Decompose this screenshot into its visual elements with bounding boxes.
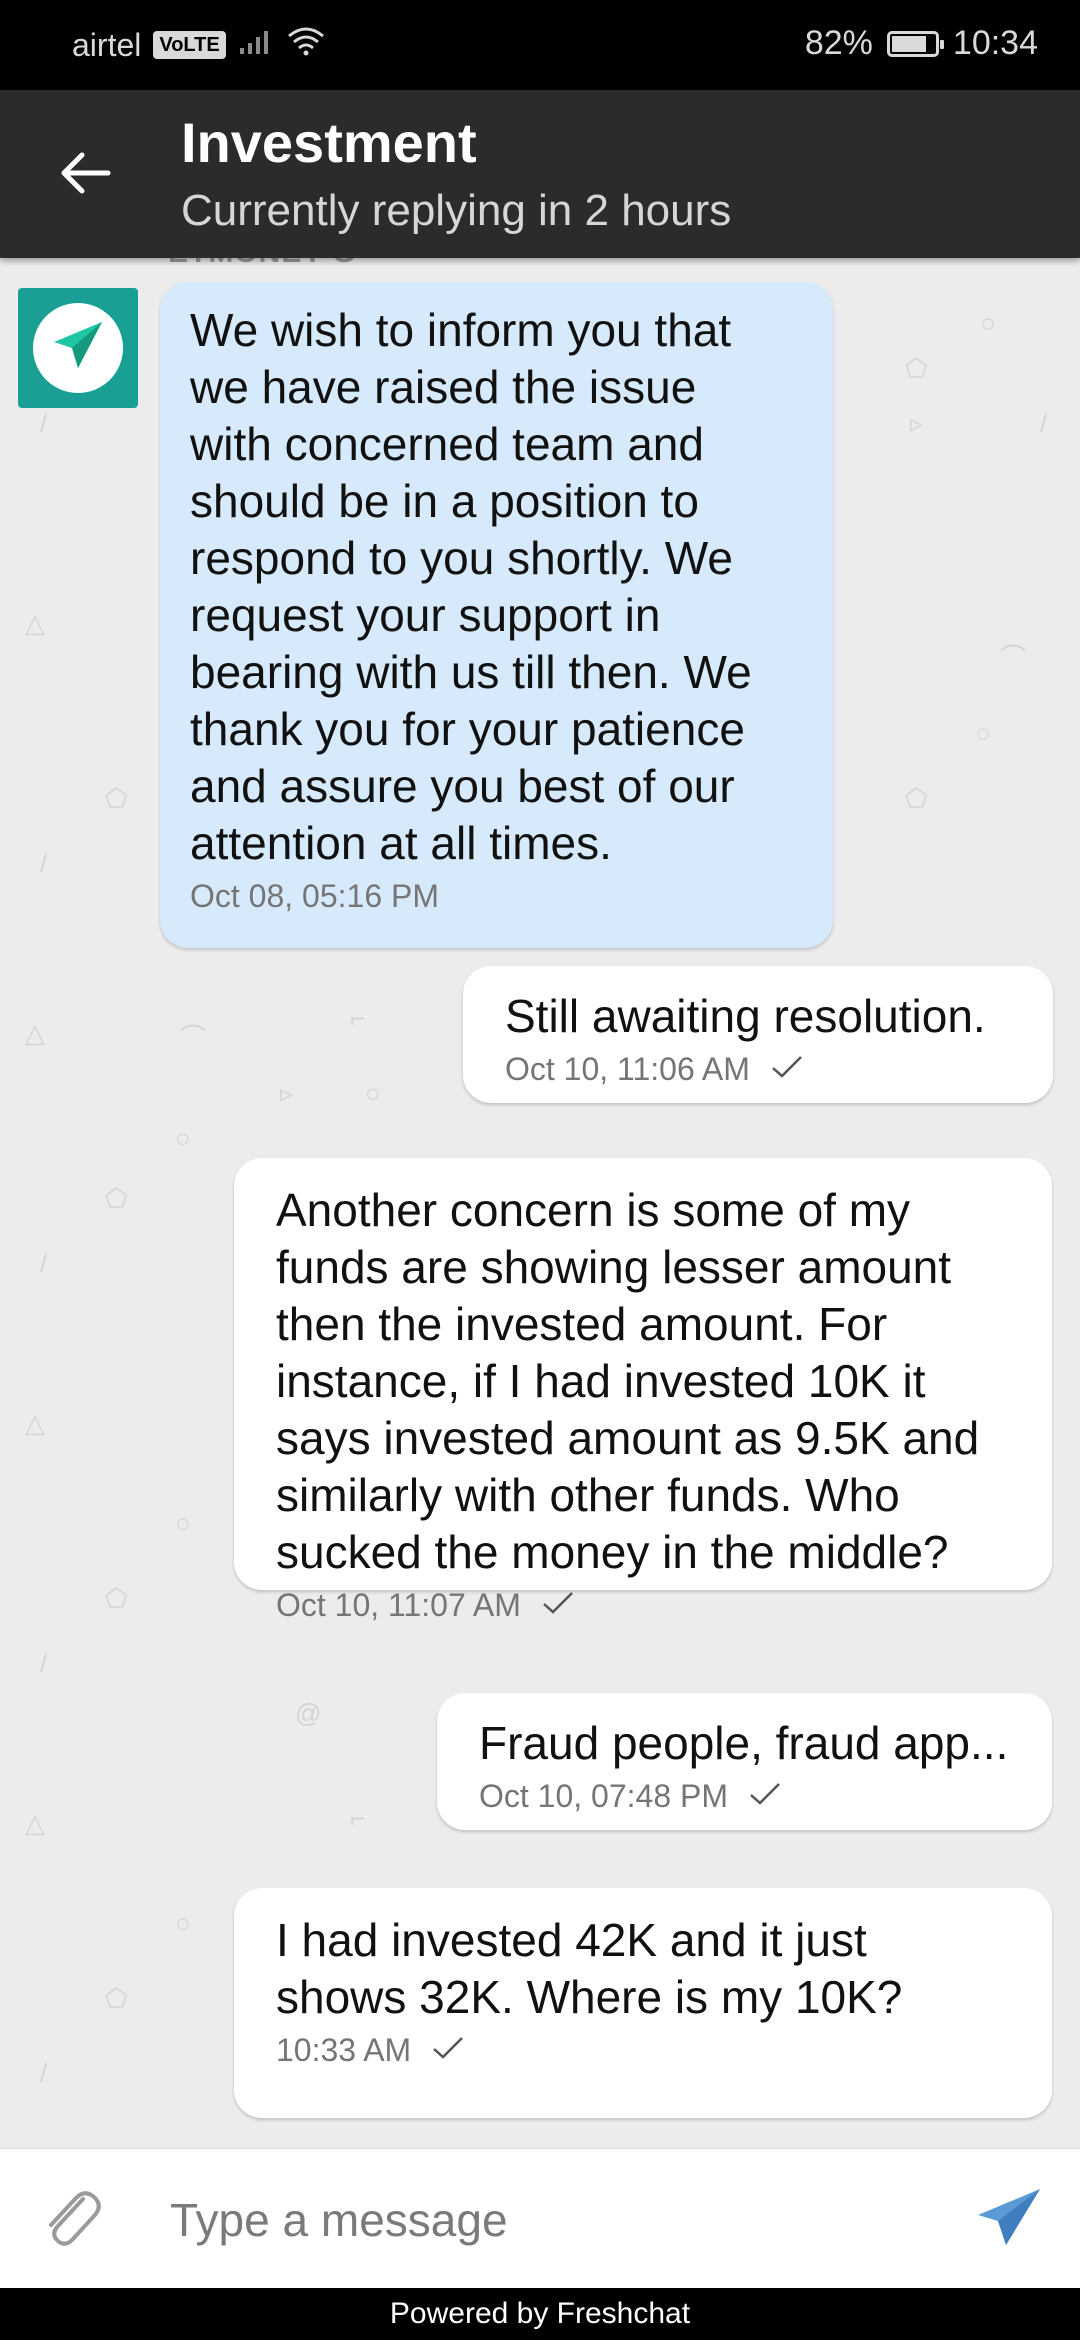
chat-thread[interactable]: ○ ⬠ / ▹ △ / ○ ⬠ ⬠ ⌒ / △ ⌐ ⌒ ○ ▹ ○ ⬠ / △ … bbox=[0, 258, 1080, 2148]
agent-avatar bbox=[18, 288, 138, 408]
doodle-triangle-icon: △ bbox=[25, 1808, 45, 1838]
doodle-slash-icon: / bbox=[40, 408, 48, 438]
message-text: Another concern is some of my funds are … bbox=[276, 1184, 980, 1578]
conversation-title: Investment bbox=[181, 111, 477, 174]
sender-name: ETMONEY G bbox=[168, 258, 356, 270]
powered-by-footer: Powered by Freshchat bbox=[0, 2288, 1080, 2340]
doodle-circle-icon: ○ bbox=[975, 718, 991, 748]
volte-badge: VoLTE bbox=[153, 31, 226, 59]
send-button[interactable] bbox=[964, 2179, 1054, 2259]
arrow-left-icon bbox=[58, 151, 112, 200]
doodle-slash-icon: / bbox=[40, 1648, 48, 1678]
doodle-spiral-icon: @ bbox=[295, 1698, 322, 1728]
doodle-triangle-icon: △ bbox=[25, 608, 45, 638]
message-text: Still awaiting resolution. bbox=[505, 990, 986, 1042]
battery-percent: 82% bbox=[804, 24, 873, 62]
doodle-slash-icon: / bbox=[1040, 408, 1048, 438]
doodle-circle-icon: ○ bbox=[365, 1078, 381, 1108]
message-bubble-outgoing[interactable]: Still awaiting resolution. Oct 10, 11:06… bbox=[463, 966, 1053, 1103]
doodle-pentagon-icon: ⬠ bbox=[105, 783, 128, 813]
message-composer bbox=[0, 2148, 1080, 2289]
sent-check-icon bbox=[431, 2032, 465, 2069]
doodle-circle-icon: ○ bbox=[175, 1123, 191, 1153]
message-bubble-incoming[interactable]: We wish to inform you that we have raise… bbox=[160, 282, 833, 948]
clock: 10:34 bbox=[952, 24, 1038, 62]
doodle-triangle-icon: △ bbox=[25, 1018, 45, 1048]
sent-check-icon bbox=[748, 1778, 782, 1815]
message-timestamp: Oct 08, 05:16 PM bbox=[190, 878, 440, 914]
doodle-pentagon-icon: ⬠ bbox=[105, 1183, 128, 1213]
doodle-triangle-icon: △ bbox=[25, 1408, 45, 1438]
back-button[interactable] bbox=[50, 140, 120, 210]
doodle-triangle-icon: ▹ bbox=[910, 408, 924, 438]
doodle-slash-icon: / bbox=[40, 1248, 48, 1278]
message-bubble-outgoing[interactable]: I had invested 42K and it just shows 32K… bbox=[234, 1888, 1052, 2118]
doodle-circle-icon: ○ bbox=[175, 1908, 191, 1938]
doodle-pentagon-icon: ⬠ bbox=[105, 1583, 128, 1613]
carrier-name: airtel bbox=[72, 26, 142, 63]
app-bar: Investment Currently replying in 2 hours bbox=[0, 90, 1080, 258]
paper-plane-icon bbox=[50, 318, 106, 379]
sent-check-icon bbox=[541, 1587, 575, 1624]
message-timestamp: Oct 10, 07:48 PM bbox=[479, 1778, 729, 1814]
doodle-curve-icon: ⌒ bbox=[1000, 643, 1027, 673]
wifi-icon bbox=[286, 26, 326, 64]
message-timestamp: Oct 10, 11:06 AM bbox=[505, 1051, 750, 1087]
message-bubble-outgoing[interactable]: Another concern is some of my funds are … bbox=[234, 1158, 1052, 1623]
message-bubble-outgoing[interactable]: Fraud people, fraud app... Oct 10, 07:48… bbox=[437, 1693, 1052, 1830]
doodle-triangle-icon: ▹ bbox=[280, 1078, 294, 1108]
battery-icon bbox=[886, 30, 944, 57]
message-timestamp: Oct 10, 11:07 AM bbox=[276, 1587, 521, 1623]
doodle-pentagon-icon: ⬠ bbox=[105, 1983, 128, 2013]
doodle-step-icon: ⌐ bbox=[350, 1803, 366, 1833]
doodle-curve-icon: ⌒ bbox=[180, 1023, 207, 1053]
doodle-circle-icon: ○ bbox=[980, 308, 996, 338]
doodle-step-icon: ⌐ bbox=[350, 1003, 366, 1033]
message-text: Fraud people, fraud app... bbox=[479, 1717, 1009, 1769]
message-text: I had invested 42K and it just shows 32K… bbox=[276, 1914, 903, 2023]
send-icon bbox=[976, 2187, 1042, 2252]
status-bar: airtel VoLTE 82% 10:34 bbox=[0, 0, 1080, 90]
doodle-pentagon-icon: ⬠ bbox=[905, 783, 928, 813]
reply-time-status: Currently replying in 2 hours bbox=[181, 186, 732, 235]
message-text: We wish to inform you that we have raise… bbox=[190, 304, 752, 869]
doodle-slash-icon: / bbox=[40, 848, 48, 878]
doodle-circle-icon: ○ bbox=[175, 1508, 191, 1538]
attach-button[interactable] bbox=[36, 2185, 106, 2255]
message-timestamp: 10:33 AM bbox=[276, 2032, 412, 2068]
paperclip-icon bbox=[39, 2185, 103, 2256]
doodle-pentagon-icon: ⬠ bbox=[905, 353, 928, 383]
signal-icon bbox=[238, 27, 274, 64]
doodle-slash-icon: / bbox=[40, 2058, 48, 2088]
message-input[interactable] bbox=[168, 2184, 932, 2256]
sent-check-icon bbox=[770, 1051, 804, 1088]
